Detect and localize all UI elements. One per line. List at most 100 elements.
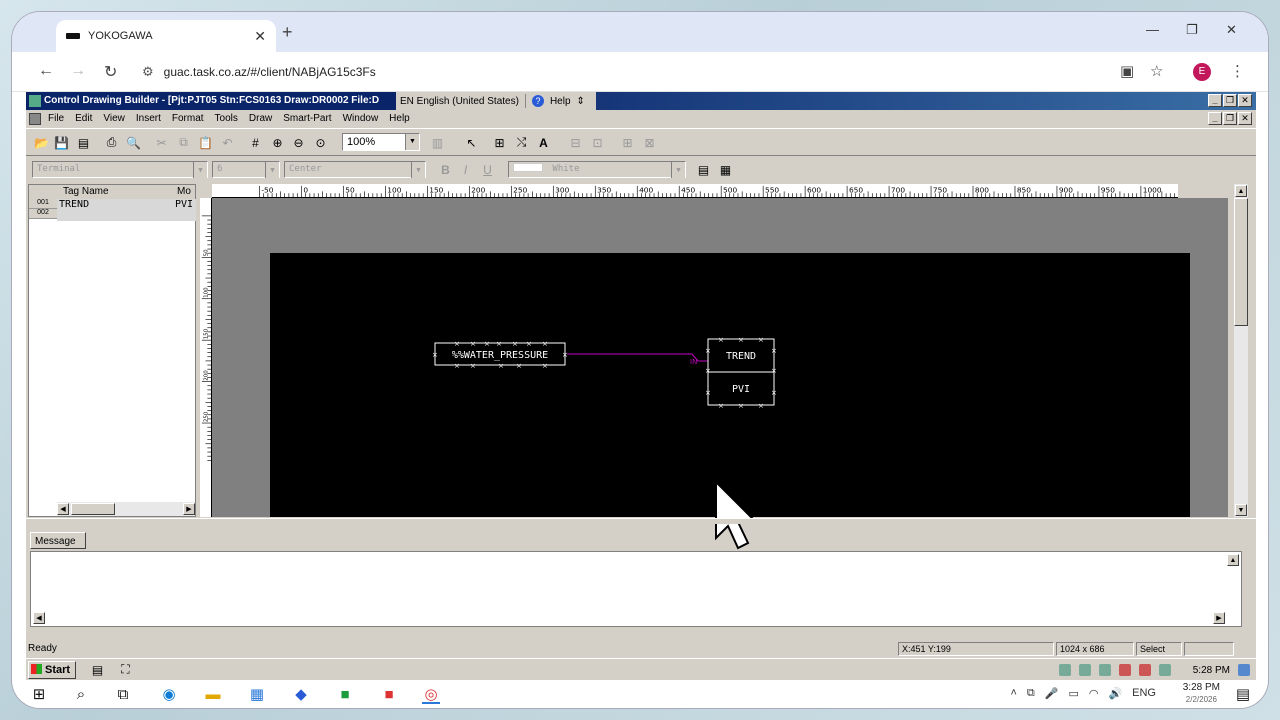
site-info-icon[interactable]: ⚙ (142, 64, 154, 80)
align-center-icon[interactable]: ⊡ (588, 133, 607, 152)
edge-icon[interactable]: ◉ (160, 686, 178, 704)
app-minimize-button[interactable]: _ (1208, 94, 1222, 107)
close-window-icon[interactable]: ✕ (1226, 22, 1237, 38)
menu-smart-part[interactable]: Smart-Part (283, 113, 331, 124)
menu-view[interactable]: View (103, 113, 125, 124)
start-button[interactable]: Start (28, 661, 76, 679)
ungroup-icon[interactable]: ⊠ (640, 133, 659, 152)
open-icon[interactable]: 📂 (32, 133, 51, 152)
doc-close-button[interactable]: ✕ (1238, 112, 1252, 125)
tray-icon[interactable] (1118, 664, 1131, 676)
remote-desktop[interactable]: Control Drawing Builder - [Pjt:PJT05 Stn… (26, 92, 1256, 708)
save-icon[interactable]: 💾 (52, 133, 71, 152)
align-left-icon[interactable]: ⊟ (566, 133, 585, 152)
app-close-button[interactable]: ✕ (1238, 94, 1252, 107)
wifi-icon[interactable]: ◠ (1089, 687, 1099, 700)
drawing-page[interactable]: %%WATER_PRESSURE × × × × × × × × × × × × × × IN (270, 253, 1190, 517)
scroll-left-icon[interactable]: ◀ (33, 612, 45, 624)
size-select[interactable]: 6 ▼ (212, 161, 280, 178)
tray-icon[interactable] (1098, 664, 1111, 676)
tag-list-hscrollbar[interactable]: ◀ ▶ (57, 502, 195, 516)
menu-window[interactable]: Window (343, 113, 379, 124)
function-block-trend[interactable]: TREND PVI × × × × × × × × × × × × (705, 336, 777, 410)
language-label[interactable]: EN English (United States) (400, 96, 519, 107)
cut-icon[interactable]: ✂ (152, 133, 171, 152)
row-number[interactable]: 001 (29, 199, 57, 209)
restore-icon[interactable]: ❐ (1186, 22, 1198, 38)
tray-icon[interactable] (1158, 664, 1171, 676)
copy-icon[interactable]: ⧉ (174, 133, 193, 152)
tray-icon[interactable] (1078, 664, 1091, 676)
profile-avatar[interactable]: E (1193, 63, 1211, 81)
zoom-in-icon[interactable]: ⊕ (268, 133, 287, 152)
back-icon[interactable]: ← (38, 62, 54, 80)
align-select[interactable]: Center ▼ (284, 161, 426, 178)
new-tab-icon[interactable]: + (282, 22, 293, 43)
function-block-icon[interactable]: ⊞ (490, 133, 509, 152)
properties-icon[interactable]: ▥ (428, 133, 447, 152)
close-tab-icon[interactable]: ✕ (254, 28, 266, 45)
pane-divider[interactable] (26, 518, 1256, 524)
cast-icon[interactable]: ▣ (1120, 62, 1134, 80)
menu-edit[interactable]: Edit (75, 113, 92, 124)
doc-minimize-button[interactable]: _ (1208, 112, 1222, 125)
doc-restore-button[interactable]: ❐ (1223, 112, 1237, 125)
chrome-icon[interactable]: ◎ (422, 686, 440, 704)
reload-icon[interactable]: ↻ (104, 62, 117, 82)
wiring-icon[interactable]: ⤭ (512, 133, 531, 152)
network-icon[interactable]: ⧉ (1027, 687, 1035, 700)
menu-help[interactable]: Help (389, 113, 410, 124)
battery-icon[interactable]: ▭ (1068, 687, 1078, 700)
scroll-right-icon[interactable]: ▶ (183, 503, 195, 515)
paste-icon[interactable]: 📋 (196, 133, 215, 152)
store-icon[interactable]: ▦ (248, 686, 266, 704)
chevron-down-icon[interactable]: ▼ (193, 162, 207, 178)
scroll-right-icon[interactable]: ▶ (1213, 612, 1225, 624)
hscroll-thumb[interactable] (71, 503, 115, 515)
help-label[interactable]: Help (550, 96, 571, 107)
kebab-menu-icon[interactable]: ⋮ (1230, 62, 1245, 80)
vscroll-thumb[interactable] (1234, 198, 1248, 326)
langbar-options-icon[interactable]: ⇕ (577, 96, 585, 107)
grid-icon[interactable]: # (246, 133, 265, 152)
group-icon[interactable]: ⊞ (618, 133, 637, 152)
scroll-up-icon[interactable]: ▲ (1235, 185, 1247, 197)
scroll-down-icon[interactable]: ▼ (1235, 504, 1247, 516)
chevron-down-icon[interactable]: ▼ (671, 162, 685, 178)
zoom-fit-icon[interactable]: ⊙ (311, 133, 330, 152)
table-icon[interactable]: ▦ (716, 160, 735, 179)
menu-insert[interactable]: Insert (136, 113, 161, 124)
message-tab[interactable]: Message (30, 532, 86, 549)
color-select[interactable]: White ▼ (508, 161, 686, 178)
language-indicator[interactable]: ENG (1132, 687, 1156, 700)
chevron-up-icon[interactable]: ˄ (1010, 687, 1016, 700)
minimize-icon[interactable]: — (1146, 22, 1159, 37)
text-tool-icon[interactable]: A (534, 133, 553, 152)
zoom-select[interactable]: 100% ▼ (342, 133, 420, 151)
tray-icon[interactable] (1058, 664, 1071, 676)
model-cell[interactable]: PVI (175, 199, 193, 210)
menu-format[interactable]: Format (172, 113, 204, 124)
function-block-diagram[interactable]: %%WATER_PRESSURE × × × × × × × × × × × × × × IN (270, 253, 1190, 517)
model-header[interactable]: Mo (177, 186, 191, 197)
file-explorer-icon[interactable]: ▬ (204, 686, 222, 704)
remote-clock[interactable]: 5:28 PM (1193, 665, 1230, 676)
url-field[interactable]: ⚙ guac.task.co.az/#/client/NABjAG15c3Fs (136, 58, 1136, 86)
tray-icon[interactable] (1238, 664, 1250, 676)
search-icon[interactable]: ⌕ (72, 686, 90, 704)
input-terminal-block[interactable]: %%WATER_PRESSURE × × × × × × × × × × × × × × (432, 340, 568, 370)
browser-tab[interactable]: YOKOGAWA ✕ (56, 20, 276, 52)
chevron-down-icon[interactable]: ▼ (405, 134, 419, 150)
outlook-icon[interactable]: ◆ (292, 686, 310, 704)
app-green-icon[interactable]: ■ (336, 686, 354, 704)
save-all-icon[interactable]: ▤ (74, 133, 93, 152)
volume-icon[interactable]: 🔊 (1108, 687, 1122, 700)
control-drawing-task-icon[interactable]: ⛶ (116, 660, 135, 679)
zoom-out-icon[interactable]: ⊖ (289, 133, 308, 152)
font-select[interactable]: Terminal ▼ (32, 161, 208, 178)
connection-wire[interactable] (567, 353, 708, 362)
help-icon[interactable]: ? (531, 95, 544, 107)
print-icon[interactable]: ⎙ (102, 133, 121, 152)
notifications-icon[interactable]: ▤ (1234, 686, 1252, 704)
quicklaunch-icon[interactable]: ▤ (88, 660, 107, 679)
